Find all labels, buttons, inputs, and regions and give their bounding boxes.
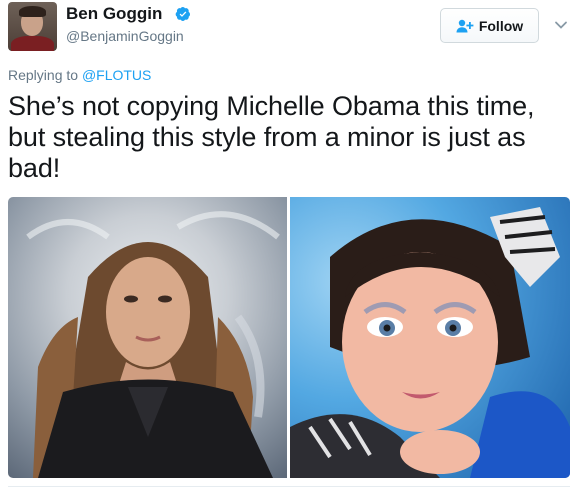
photo-right[interactable]: [290, 197, 570, 478]
replying-to: Replying to @FLOTUS: [8, 66, 151, 84]
replying-prefix: Replying to: [8, 67, 79, 83]
chevron-down-icon[interactable]: [554, 18, 568, 32]
follow-button[interactable]: Follow: [440, 8, 539, 43]
photo-left[interactable]: [8, 197, 287, 478]
portrait-woman-image: [26, 211, 280, 478]
avatar-hair: [19, 6, 46, 17]
tweet-text: She’s not copying Michelle Obama this ti…: [8, 91, 535, 183]
avatar[interactable]: [8, 2, 57, 51]
avatar-shirt: [11, 36, 54, 51]
media-grid: [8, 197, 570, 478]
portrait-girl-image: [290, 207, 570, 478]
bottom-divider: [8, 486, 570, 487]
reply-mention-link[interactable]: @FLOTUS: [82, 67, 151, 83]
verified-badge-icon: [175, 7, 190, 21]
author-name[interactable]: Ben Goggin: [66, 4, 162, 24]
author-handle[interactable]: @BenjaminGoggin: [66, 27, 184, 45]
follow-label: Follow: [478, 17, 524, 34]
add-person-icon: [456, 19, 474, 32]
tweet-card: Ben Goggin @BenjaminGoggin Follow Replyi…: [0, 0, 578, 491]
